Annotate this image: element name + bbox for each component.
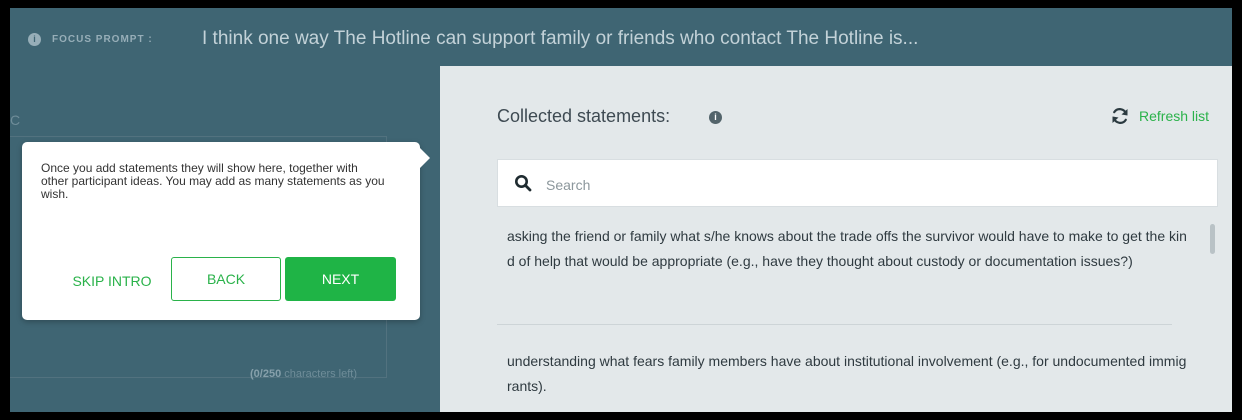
statement-item: understanding what fears family members … <box>507 353 1187 394</box>
info-icon[interactable]: i <box>709 111 722 124</box>
back-button[interactable]: BACK <box>171 257 281 301</box>
intro-tooltip: Once you add statements they will show h… <box>22 142 430 320</box>
focus-prompt-label: FOCUS PROMPT : <box>52 34 153 45</box>
divider <box>497 324 1172 325</box>
collected-statements-title: Collected statements: <box>497 106 671 126</box>
next-button[interactable]: NEXT <box>285 257 396 301</box>
character-counter: (0/250 characters left) <box>250 368 357 380</box>
focus-prompt-bar: i FOCUS PROMPT : I think one way The Hot… <box>10 8 1232 67</box>
collected-statements-panel: Collected statements: i Refresh list ask… <box>440 66 1232 412</box>
intro-tooltip-text: Once you add statements they will show h… <box>41 161 385 201</box>
obscured-label: C <box>10 112 21 128</box>
info-icon: i <box>28 33 41 46</box>
search-icon <box>515 175 532 192</box>
character-counter-suffix: characters left) <box>281 368 358 380</box>
skip-intro-button[interactable]: SKIP INTRO <box>62 270 162 292</box>
scrollbar-thumb[interactable] <box>1210 224 1215 254</box>
focus-prompt-text: I think one way The Hotline can support … <box>202 28 919 49</box>
refresh-icon <box>1112 108 1128 124</box>
refresh-list-label: Refresh list <box>1139 108 1210 124</box>
app-frame: i FOCUS PROMPT : I think one way The Hot… <box>10 8 1232 412</box>
statement-item: asking the friend or family what s/he kn… <box>507 228 1187 269</box>
search-box <box>497 159 1218 207</box>
character-counter-value: (0/250 <box>250 368 282 380</box>
search-input[interactable] <box>544 172 1188 198</box>
statement-entry-area: C (0/250 characters left) Once you add s… <box>10 66 440 412</box>
